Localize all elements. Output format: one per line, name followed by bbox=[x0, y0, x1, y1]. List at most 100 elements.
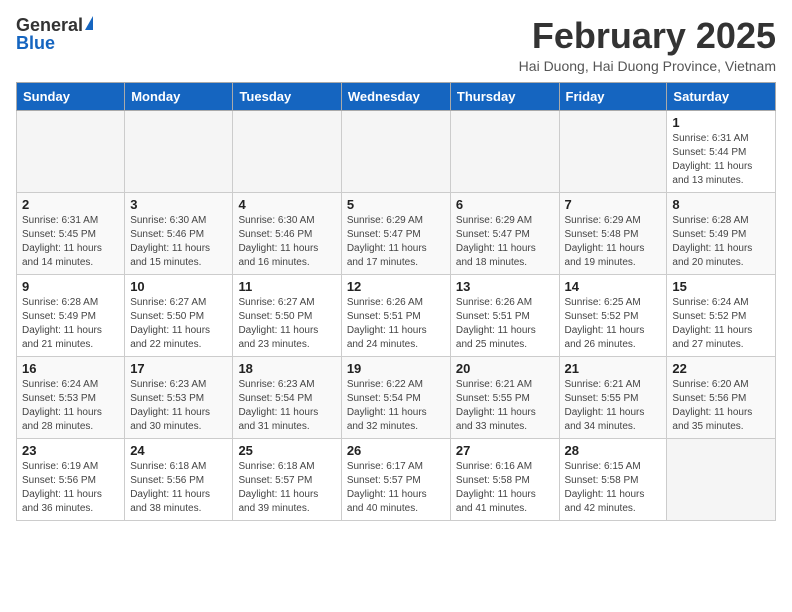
day-number: 3 bbox=[130, 197, 227, 212]
weekday-header-saturday: Saturday bbox=[667, 82, 776, 110]
calendar-cell: 5 Sunrise: 6:29 AM Sunset: 5:47 PM Daylig… bbox=[341, 192, 450, 274]
day-detail: Sunrise: 6:24 AM Sunset: 5:53 PM Dayligh… bbox=[22, 378, 119, 434]
calendar-cell: 11 Sunrise: 6:27 AM Sunset: 5:50 PM Dayli… bbox=[233, 274, 341, 356]
day-detail: Sunrise: 6:31 AM Sunset: 5:44 PM Dayligh… bbox=[672, 132, 770, 188]
day-detail: Sunrise: 6:22 AM Sunset: 5:54 PM Dayligh… bbox=[347, 378, 445, 434]
calendar-cell: 7 Sunrise: 6:29 AM Sunset: 5:48 PM Daylig… bbox=[559, 192, 667, 274]
weekday-header-friday: Friday bbox=[559, 82, 667, 110]
day-number: 19 bbox=[347, 361, 445, 376]
day-number: 6 bbox=[456, 197, 554, 212]
calendar-table: SundayMondayTuesdayWednesdayThursdayFrid… bbox=[16, 82, 776, 521]
calendar-cell bbox=[450, 110, 559, 192]
calendar-cell: 22 Sunrise: 6:20 AM Sunset: 5:56 PM Dayli… bbox=[667, 356, 776, 438]
day-number: 22 bbox=[672, 361, 770, 376]
calendar-cell: 19 Sunrise: 6:22 AM Sunset: 5:54 PM Dayli… bbox=[341, 356, 450, 438]
logo-blue: Blue bbox=[16, 34, 55, 52]
calendar-cell: 3 Sunrise: 6:30 AM Sunset: 5:46 PM Daylig… bbox=[125, 192, 233, 274]
weekday-header-row: SundayMondayTuesdayWednesdayThursdayFrid… bbox=[17, 82, 776, 110]
day-number: 12 bbox=[347, 279, 445, 294]
calendar-cell bbox=[559, 110, 667, 192]
calendar-cell: 20 Sunrise: 6:21 AM Sunset: 5:55 PM Dayli… bbox=[450, 356, 559, 438]
calendar-cell: 14 Sunrise: 6:25 AM Sunset: 5:52 PM Dayli… bbox=[559, 274, 667, 356]
day-number: 24 bbox=[130, 443, 227, 458]
day-number: 21 bbox=[565, 361, 662, 376]
day-number: 15 bbox=[672, 279, 770, 294]
calendar-cell bbox=[125, 110, 233, 192]
day-detail: Sunrise: 6:27 AM Sunset: 5:50 PM Dayligh… bbox=[238, 296, 335, 352]
day-detail: Sunrise: 6:24 AM Sunset: 5:52 PM Dayligh… bbox=[672, 296, 770, 352]
day-number: 28 bbox=[565, 443, 662, 458]
day-detail: Sunrise: 6:27 AM Sunset: 5:50 PM Dayligh… bbox=[130, 296, 227, 352]
day-number: 9 bbox=[22, 279, 119, 294]
day-detail: Sunrise: 6:16 AM Sunset: 5:58 PM Dayligh… bbox=[456, 460, 554, 516]
day-number: 16 bbox=[22, 361, 119, 376]
calendar-cell: 1 Sunrise: 6:31 AM Sunset: 5:44 PM Daylig… bbox=[667, 110, 776, 192]
day-detail: Sunrise: 6:31 AM Sunset: 5:45 PM Dayligh… bbox=[22, 214, 119, 270]
day-detail: Sunrise: 6:29 AM Sunset: 5:47 PM Dayligh… bbox=[347, 214, 445, 270]
weekday-header-sunday: Sunday bbox=[17, 82, 125, 110]
location-subtitle: Hai Duong, Hai Duong Province, Vietnam bbox=[519, 58, 776, 74]
calendar-cell bbox=[667, 438, 776, 520]
calendar-cell: 24Sunrise: 6:18 AM Sunset: 5:56 PM Dayli… bbox=[125, 438, 233, 520]
calendar-cell: 23Sunrise: 6:19 AM Sunset: 5:56 PM Dayli… bbox=[17, 438, 125, 520]
day-detail: Sunrise: 6:30 AM Sunset: 5:46 PM Dayligh… bbox=[130, 214, 227, 270]
day-detail: Sunrise: 6:28 AM Sunset: 5:49 PM Dayligh… bbox=[22, 296, 119, 352]
calendar-week-row: 2Sunrise: 6:31 AM Sunset: 5:45 PM Daylig… bbox=[17, 192, 776, 274]
day-detail: Sunrise: 6:23 AM Sunset: 5:54 PM Dayligh… bbox=[238, 378, 335, 434]
calendar-cell: 27 Sunrise: 6:16 AM Sunset: 5:58 PM Dayli… bbox=[450, 438, 559, 520]
logo: General Blue bbox=[16, 16, 93, 52]
day-number: 14 bbox=[565, 279, 662, 294]
calendar-cell: 4 Sunrise: 6:30 AM Sunset: 5:46 PM Daylig… bbox=[233, 192, 341, 274]
day-number: 5 bbox=[347, 197, 445, 212]
day-number: 26 bbox=[347, 443, 445, 458]
day-number: 23 bbox=[22, 443, 119, 458]
weekday-header-tuesday: Tuesday bbox=[233, 82, 341, 110]
day-number: 1 bbox=[672, 115, 770, 130]
calendar-cell: 13Sunrise: 6:26 AM Sunset: 5:51 PM Dayli… bbox=[450, 274, 559, 356]
day-number: 20 bbox=[456, 361, 554, 376]
page-header: General Blue February 2025 Hai Duong, Ha… bbox=[16, 16, 776, 74]
calendar-cell: 28 Sunrise: 6:15 AM Sunset: 5:58 PM Dayli… bbox=[559, 438, 667, 520]
day-number: 27 bbox=[456, 443, 554, 458]
day-detail: Sunrise: 6:30 AM Sunset: 5:46 PM Dayligh… bbox=[238, 214, 335, 270]
day-detail: Sunrise: 6:20 AM Sunset: 5:56 PM Dayligh… bbox=[672, 378, 770, 434]
calendar-cell: 21 Sunrise: 6:21 AM Sunset: 5:55 PM Dayli… bbox=[559, 356, 667, 438]
day-detail: Sunrise: 6:29 AM Sunset: 5:48 PM Dayligh… bbox=[565, 214, 662, 270]
day-number: 4 bbox=[238, 197, 335, 212]
day-detail: Sunrise: 6:26 AM Sunset: 5:51 PM Dayligh… bbox=[347, 296, 445, 352]
title-area: February 2025 Hai Duong, Hai Duong Provi… bbox=[519, 16, 776, 74]
weekday-header-wednesday: Wednesday bbox=[341, 82, 450, 110]
calendar-cell: 25 Sunrise: 6:18 AM Sunset: 5:57 PM Dayli… bbox=[233, 438, 341, 520]
calendar-cell: 2Sunrise: 6:31 AM Sunset: 5:45 PM Daylig… bbox=[17, 192, 125, 274]
calendar-cell: 16 Sunrise: 6:24 AM Sunset: 5:53 PM Dayli… bbox=[17, 356, 125, 438]
calendar-cell: 15 Sunrise: 6:24 AM Sunset: 5:52 PM Dayli… bbox=[667, 274, 776, 356]
day-number: 10 bbox=[130, 279, 227, 294]
day-number: 7 bbox=[565, 197, 662, 212]
day-number: 25 bbox=[238, 443, 335, 458]
day-detail: Sunrise: 6:25 AM Sunset: 5:52 PM Dayligh… bbox=[565, 296, 662, 352]
day-detail: Sunrise: 6:21 AM Sunset: 5:55 PM Dayligh… bbox=[565, 378, 662, 434]
calendar-cell bbox=[17, 110, 125, 192]
calendar-cell: 6 Sunrise: 6:29 AM Sunset: 5:47 PM Daylig… bbox=[450, 192, 559, 274]
day-detail: Sunrise: 6:29 AM Sunset: 5:47 PM Dayligh… bbox=[456, 214, 554, 270]
day-number: 8 bbox=[672, 197, 770, 212]
day-detail: Sunrise: 6:15 AM Sunset: 5:58 PM Dayligh… bbox=[565, 460, 662, 516]
calendar-cell bbox=[341, 110, 450, 192]
calendar-cell: 12 Sunrise: 6:26 AM Sunset: 5:51 PM Dayli… bbox=[341, 274, 450, 356]
calendar-week-row: 23Sunrise: 6:19 AM Sunset: 5:56 PM Dayli… bbox=[17, 438, 776, 520]
calendar-cell: 8 Sunrise: 6:28 AM Sunset: 5:49 PM Daylig… bbox=[667, 192, 776, 274]
weekday-header-monday: Monday bbox=[125, 82, 233, 110]
day-detail: Sunrise: 6:28 AM Sunset: 5:49 PM Dayligh… bbox=[672, 214, 770, 270]
calendar-cell bbox=[233, 110, 341, 192]
month-year-title: February 2025 bbox=[519, 16, 776, 56]
logo-general: General bbox=[16, 16, 83, 34]
day-detail: Sunrise: 6:23 AM Sunset: 5:53 PM Dayligh… bbox=[130, 378, 227, 434]
day-detail: Sunrise: 6:18 AM Sunset: 5:57 PM Dayligh… bbox=[238, 460, 335, 516]
day-detail: Sunrise: 6:17 AM Sunset: 5:57 PM Dayligh… bbox=[347, 460, 445, 516]
day-number: 11 bbox=[238, 279, 335, 294]
calendar-cell: 10 Sunrise: 6:27 AM Sunset: 5:50 PM Dayli… bbox=[125, 274, 233, 356]
logo-arrow-icon bbox=[85, 16, 93, 30]
day-detail: Sunrise: 6:26 AM Sunset: 5:51 PM Dayligh… bbox=[456, 296, 554, 352]
day-detail: Sunrise: 6:21 AM Sunset: 5:55 PM Dayligh… bbox=[456, 378, 554, 434]
weekday-header-thursday: Thursday bbox=[450, 82, 559, 110]
